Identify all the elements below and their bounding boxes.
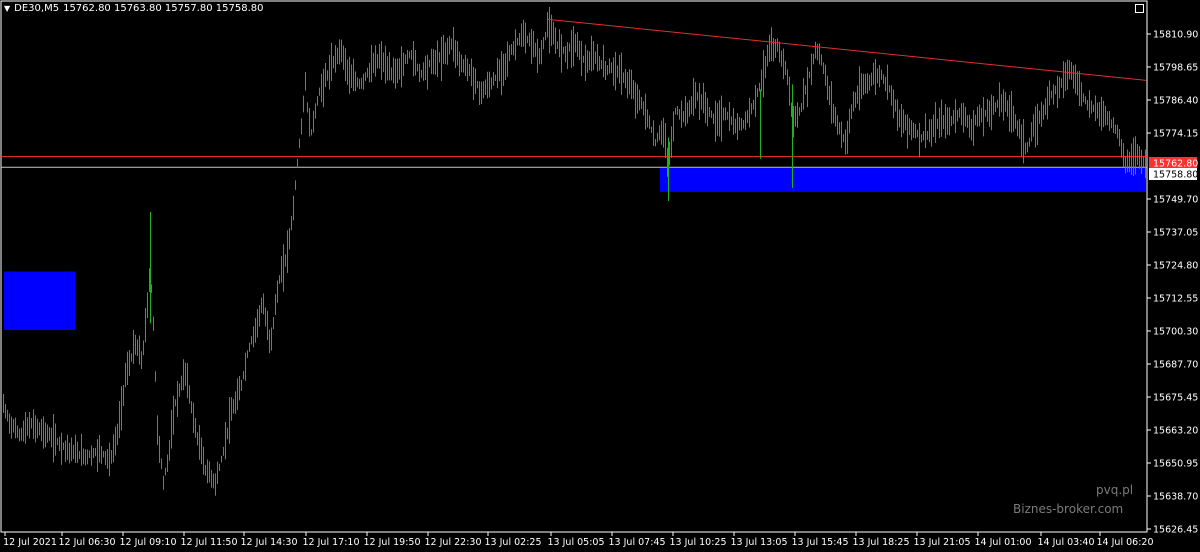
ohlc-values: 15762.80 15763.80 15757.80 15758.80 [63,3,264,14]
x-tick-label: 12 Jul 17:10 [303,537,360,548]
y-tick-label: 15675.45 [1153,393,1198,404]
y-tick-label: 15798.65 [1153,63,1198,74]
candles-group [3,7,1146,496]
chart-header: ▼ DE30,M5 15762.80 15763.80 15757.80 157… [4,3,263,14]
y-tick-label: 15638.70 [1153,492,1198,503]
plot-frame [0,0,1148,533]
x-tick-label: 12 Jul 09:10 [120,537,177,548]
x-tick-label: 14 Jul 01:00 [975,537,1032,548]
y-tick-label: 15650.95 [1153,459,1198,470]
watermark-biznes-broker: Biznes-broker.com [1013,502,1124,516]
price-chart[interactable]: 15810.90 15798.65 15786.40 15774.15 15762.80… [0,0,1200,552]
x-tick-label: 13 Jul 02:25 [485,537,542,548]
triangle-down-icon[interactable]: ▼ [4,4,10,13]
watermark-pvq: pvq.pl [1096,483,1134,497]
x-tick-label: 13 Jul 05:05 [548,537,605,548]
last-price-label: 15758.80 [1153,170,1198,181]
x-tick-label: 13 Jul 21:05 [914,537,971,548]
x-tick-label: 13 Jul 10:25 [670,537,727,548]
x-tick-label: 14 Jul 06:20 [1097,537,1154,548]
left-zone [4,271,75,330]
chart-corner-box[interactable] [1135,4,1144,13]
y-tick-label: 15810.90 [1153,30,1198,41]
x-tick-label: 13 Jul 18:25 [853,537,910,548]
y-tick-label: 15700.30 [1153,327,1198,338]
x-tick-label: 12 Jul 06:30 [59,537,116,548]
y-tick-label: 15786.40 [1153,96,1198,107]
x-tick-label: 13 Jul 07:45 [609,537,666,548]
symbol-label: DE30,M5 [14,3,60,14]
y-tick-label: 15724.80 [1153,261,1198,272]
x-tick-label: 12 Jul 22:30 [425,537,482,548]
x-tick-label: 13 Jul 13:05 [731,537,788,548]
y-tick-label: 15712.55 [1153,294,1198,305]
x-tick-label: 12 Jul 14:30 [241,537,298,548]
y-tick-label: 15737.05 [1153,228,1198,239]
y-tick-label: 15774.15 [1153,129,1198,140]
y-tick-label: 15749.70 [1153,195,1198,206]
x-tick-label: 13 Jul 15:45 [792,537,849,548]
x-tick-label: 12 Jul 11:50 [181,537,238,548]
chart-window[interactable]: 15810.90 15798.65 15786.40 15774.15 15762.80… [0,0,1200,552]
x-tick-label: 12 Jul 2021 [3,537,57,548]
y-tick-label: 15626.45 [1153,525,1198,536]
y-tick-label: 15663.20 [1153,426,1198,437]
bid-price-label: 15762.80 [1153,159,1198,170]
x-tick-label: 12 Jul 19:50 [364,537,421,548]
x-tick-label: 14 Jul 03:40 [1038,537,1095,548]
y-tick-label: 15687.70 [1153,360,1198,371]
support-zone [660,167,1146,192]
resistance-trendline[interactable] [547,18,1147,81]
